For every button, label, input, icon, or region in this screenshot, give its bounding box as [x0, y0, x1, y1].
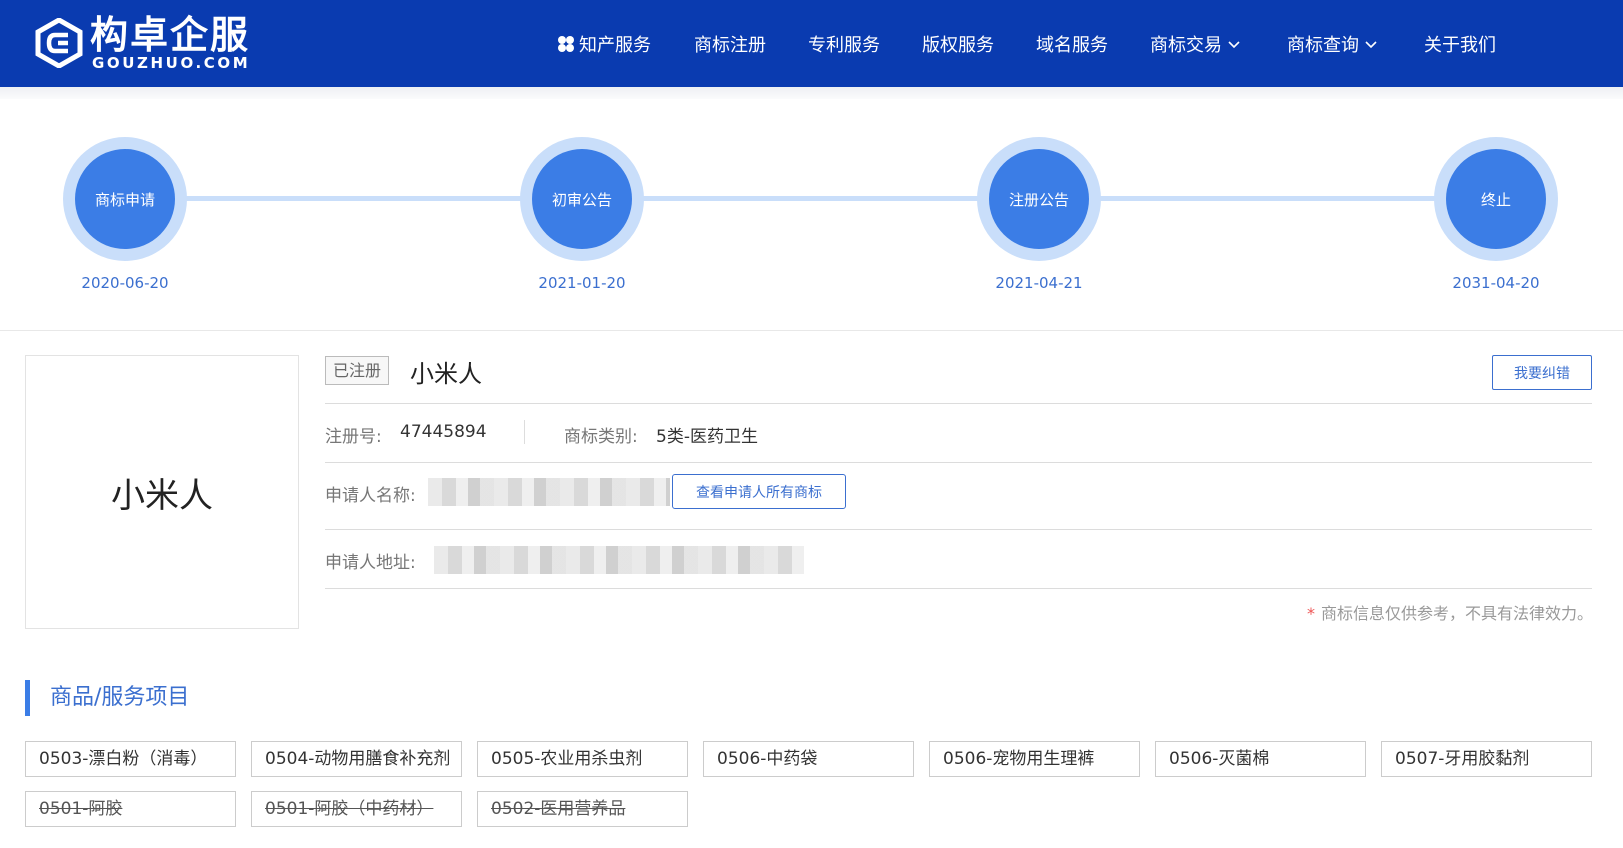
timeline-date: 2021-01-20: [538, 274, 626, 292]
goods-item: 0506-中药袋: [703, 741, 914, 777]
chevron-down-icon: [1365, 40, 1377, 48]
required-star: *: [1306, 604, 1315, 623]
goods-item: 0504-动物用膳食补充剂: [251, 741, 462, 777]
nav-trademark-search[interactable]: 商标查询: [1287, 0, 1377, 87]
section-title-goods: 商品/服务项目: [25, 680, 189, 716]
nav-about-us[interactable]: 关于我们: [1424, 0, 1496, 87]
goods-item: 0505-农业用杀虫剂: [477, 741, 688, 777]
applicant-name-redacted: [428, 478, 670, 506]
goods-item: 0507-牙用胶黏剂: [1381, 741, 1592, 777]
timeline-node-preliminary: 初审公告: [520, 137, 644, 261]
divider: [325, 403, 1592, 404]
timeline-track: [125, 196, 1497, 201]
goods-item: 0506-灭菌棉: [1155, 741, 1366, 777]
timeline-node-termination: 终止: [1434, 137, 1558, 261]
logo-text-cn: 构卓企服: [90, 13, 251, 57]
header-shadow: [0, 87, 1623, 99]
report-error-button[interactable]: 我要纠错: [1492, 355, 1592, 390]
divider: [325, 529, 1592, 530]
nav-ip-services[interactable]: 知产服务: [557, 0, 651, 87]
timeline-date: 2020-06-20: [81, 274, 169, 292]
status-timeline: 商标申请 2020-06-20 初审公告 2021-01-20 注册公告 202…: [0, 99, 1623, 331]
reg-no-label: 注册号:: [325, 427, 382, 447]
view-applicant-trademarks-button[interactable]: 查看申请人所有商标: [672, 474, 846, 509]
category-value: 5类-医药卫生: [656, 427, 758, 447]
nav-copyright-services[interactable]: 版权服务: [922, 0, 994, 87]
flower-icon: [558, 35, 574, 52]
goods-item: 0506-宠物用生理裤: [929, 741, 1140, 777]
goods-item: 0503-漂白粉（消毒）: [25, 741, 236, 777]
divider: [325, 588, 1592, 589]
timeline-node-application: 商标申请: [63, 137, 187, 261]
address-label: 申请人地址:: [325, 553, 416, 573]
timeline-date: 2021-04-21: [995, 274, 1083, 292]
disclaimer: * 商标信息仅供参考，不具有法律效力。: [1306, 604, 1593, 623]
site-logo[interactable]: 构卓企服 GOUZHUO.COM: [34, 14, 250, 72]
timeline-date: 2031-04-20: [1452, 274, 1540, 292]
goods-item-invalid: 0502-医用营养品: [477, 791, 688, 827]
timeline-node-registration: 注册公告: [977, 137, 1101, 261]
trademark-name: 小米人: [410, 360, 482, 388]
nav-patent-services[interactable]: 专利服务: [808, 0, 880, 87]
applicant-address-redacted: [434, 546, 804, 574]
logo-text-en: GOUZHUO.COM: [92, 54, 251, 72]
nav-domain-services[interactable]: 域名服务: [1036, 0, 1108, 87]
category-label: 商标类别:: [564, 427, 638, 447]
divider: [325, 462, 1592, 463]
top-header: 构卓企服 GOUZHUO.COM 知产服务 商标注册 专利服务 版权服务 域名服…: [0, 0, 1623, 87]
trademark-image: 小米人: [25, 355, 299, 629]
applicant-label: 申请人名称:: [325, 486, 416, 506]
chevron-down-icon: [1228, 40, 1240, 48]
goods-item-invalid: 0501-阿胶（中药材）: [251, 791, 462, 827]
goods-item-invalid: 0501-阿胶: [25, 791, 236, 827]
divider: [524, 420, 525, 444]
nav-trademark-registration[interactable]: 商标注册: [694, 0, 766, 87]
logo-icon: [35, 18, 83, 68]
nav-trademark-trading[interactable]: 商标交易: [1150, 0, 1240, 87]
reg-no-value: 47445894: [400, 422, 487, 442]
status-badge: 已注册: [325, 356, 390, 385]
